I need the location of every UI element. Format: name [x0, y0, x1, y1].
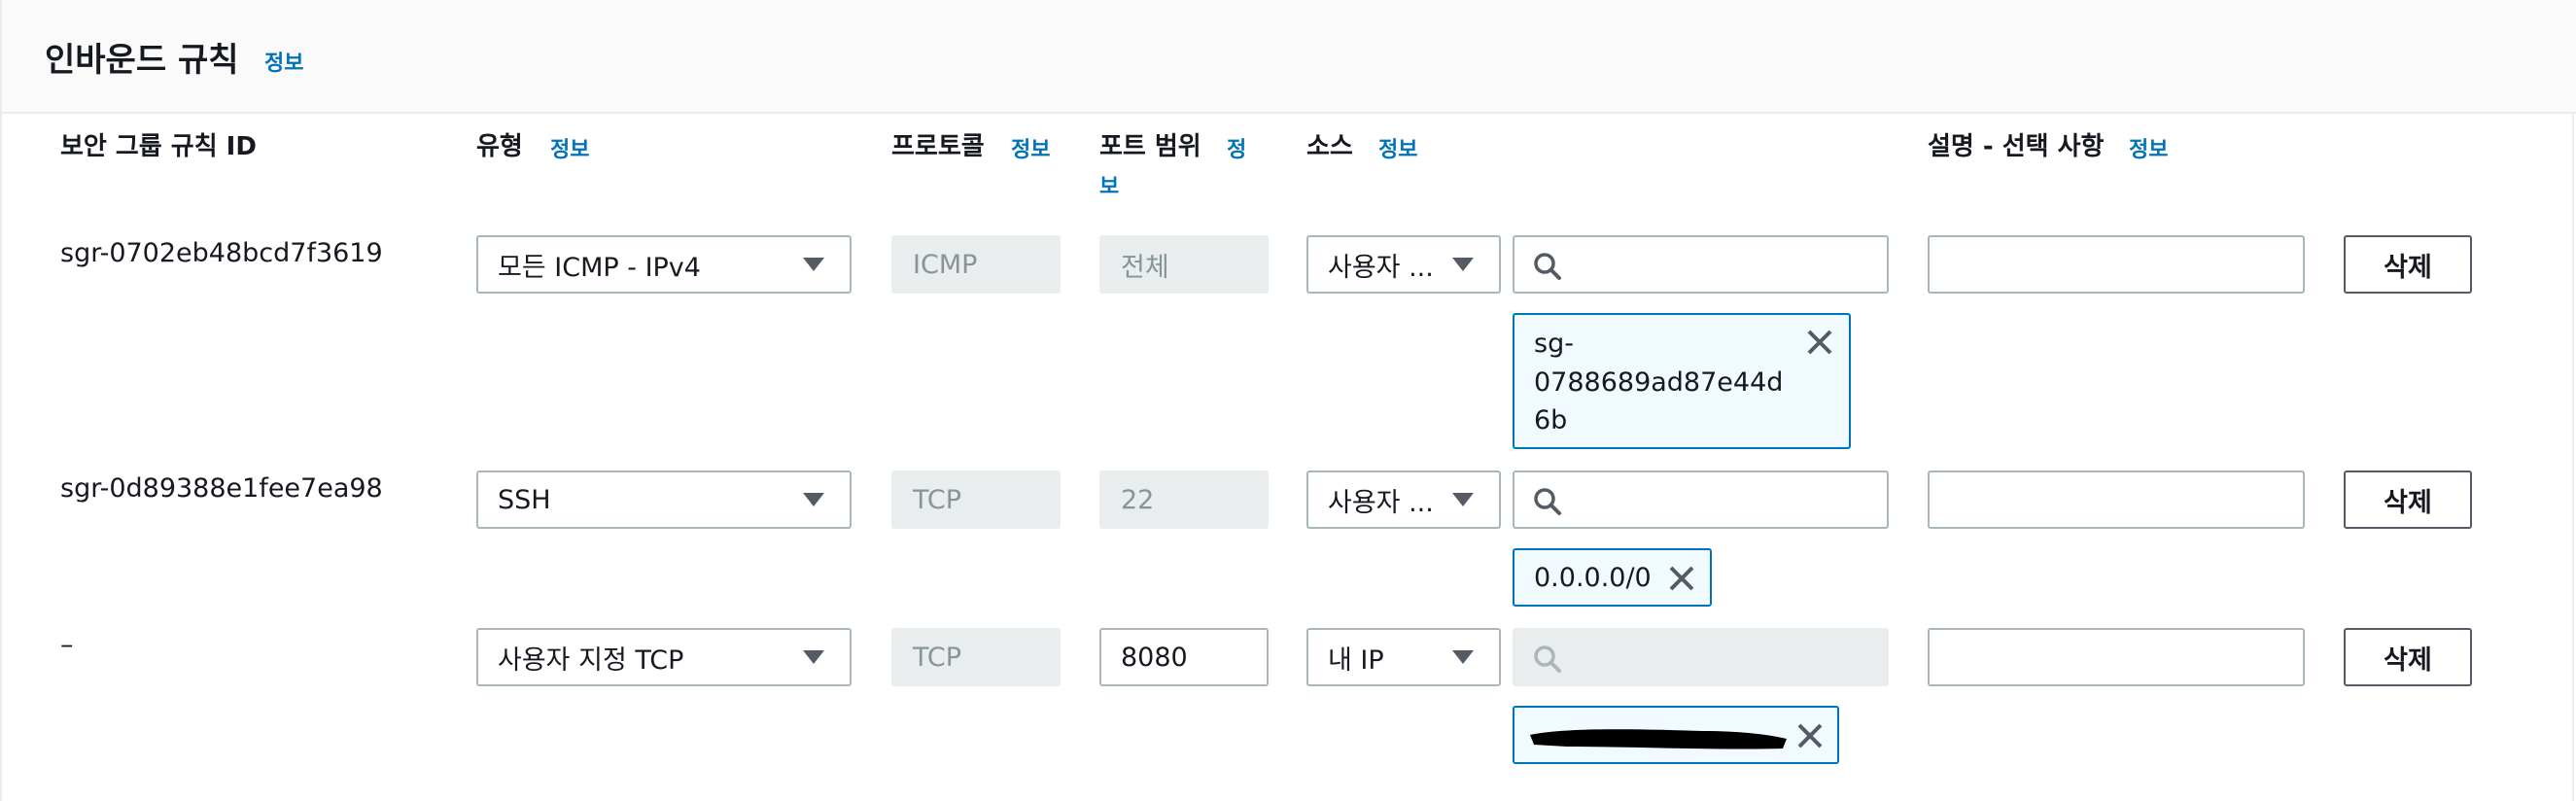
description-input[interactable] — [1928, 470, 2305, 529]
delete-button[interactable]: 삭제 — [2344, 470, 2472, 529]
protocol-info-link[interactable]: 정보 — [1011, 132, 1050, 163]
port-info-link[interactable]: 정 — [1227, 132, 1246, 163]
delete-button[interactable]: 삭제 — [2344, 628, 2472, 686]
source-type-value: 내 IP — [1328, 644, 1384, 676]
source-token: sg- 0788689ad87e44d 6b — [1513, 313, 1851, 449]
port-info-link-wrap[interactable]: 보 — [1099, 169, 1119, 200]
type-select[interactable]: 사용자 지정 TCP — [476, 628, 852, 686]
type-select-value: SSH — [498, 484, 551, 515]
caret-down-icon — [1452, 493, 1474, 506]
port-field: 22 — [1099, 470, 1269, 529]
caret-down-icon — [1452, 258, 1474, 271]
port-value: 22 — [1121, 484, 1155, 515]
column-header-source: 소스 — [1306, 132, 1353, 161]
description-info-link[interactable]: 정보 — [2129, 132, 2168, 163]
source-search-input[interactable] — [1513, 470, 1889, 529]
column-header-rule-id: 보안 그룹 규칙 ID — [60, 132, 257, 161]
source-token — [1513, 706, 1839, 764]
source-type-select[interactable]: 사용자 ... — [1306, 235, 1501, 294]
rule-id: sgr-0d89388e1fee7ea98 — [60, 473, 383, 504]
page-title: 인바운드 규칙 — [45, 41, 239, 80]
token-text-line: 0788689ad87e44d — [1534, 367, 1784, 398]
close-icon[interactable] — [1804, 327, 1835, 358]
port-field: 전체 — [1099, 235, 1269, 294]
column-header-description: 설명 - 선택 사항 — [1928, 132, 2105, 161]
port-value: 8080 — [1121, 642, 1188, 673]
source-type-select[interactable]: 사용자 ... — [1306, 470, 1501, 529]
caret-down-icon — [803, 650, 824, 664]
rule-id: sgr-0702eb48bcd7f3619 — [60, 238, 383, 268]
delete-button-label: 삭제 — [2384, 644, 2432, 676]
protocol-value: ICMP — [913, 249, 978, 280]
token-text-line: 6b — [1534, 405, 1568, 435]
source-type-select[interactable]: 내 IP — [1306, 628, 1501, 686]
type-select-value: 사용자 지정 TCP — [498, 644, 684, 676]
search-icon — [1534, 488, 1561, 515]
type-info-link[interactable]: 정보 — [550, 132, 589, 163]
protocol-value: TCP — [913, 642, 962, 673]
delete-button[interactable]: 삭제 — [2344, 235, 2472, 294]
protocol-value: TCP — [913, 484, 962, 515]
caret-down-icon — [1452, 650, 1474, 664]
column-header-type: 유형 — [476, 132, 523, 161]
column-header-port-range: 포트 범위 — [1099, 132, 1201, 161]
column-header-protocol: 프로토콜 — [891, 132, 985, 161]
type-select[interactable]: 모든 ICMP - IPv4 — [476, 235, 852, 294]
source-search-input — [1513, 628, 1889, 686]
search-icon — [1534, 253, 1561, 280]
rule-id: – — [60, 630, 74, 660]
delete-button-label: 삭제 — [2384, 252, 2432, 283]
search-icon — [1534, 645, 1561, 673]
source-info-link[interactable]: 정보 — [1378, 132, 1417, 163]
panel-header: 인바운드 규칙 정보 — [2, 0, 2576, 114]
header-info-link[interactable]: 정보 — [264, 46, 303, 77]
type-select-value: 모든 ICMP - IPv4 — [498, 252, 701, 283]
port-input[interactable]: 8080 — [1099, 628, 1269, 686]
caret-down-icon — [803, 493, 824, 506]
source-type-value: 사용자 ... — [1328, 487, 1434, 518]
source-search-input[interactable] — [1513, 235, 1889, 294]
close-icon[interactable] — [1794, 720, 1826, 751]
port-value: 전체 — [1121, 252, 1169, 283]
delete-button-label: 삭제 — [2384, 487, 2432, 518]
token-text-line: sg- — [1534, 329, 1574, 359]
caret-down-icon — [803, 258, 824, 271]
description-input[interactable] — [1928, 628, 2305, 686]
redaction-mark — [1530, 729, 1787, 749]
protocol-field: ICMP — [891, 235, 1061, 294]
close-icon[interactable] — [1666, 563, 1697, 594]
token-text-line: 0.0.0.0/0 — [1534, 563, 1652, 593]
type-select[interactable]: SSH — [476, 470, 852, 529]
source-type-value: 사용자 ... — [1328, 252, 1434, 283]
protocol-field: TCP — [891, 628, 1061, 686]
description-input[interactable] — [1928, 235, 2305, 294]
protocol-field: TCP — [891, 470, 1061, 529]
source-token: 0.0.0.0/0 — [1513, 548, 1712, 607]
